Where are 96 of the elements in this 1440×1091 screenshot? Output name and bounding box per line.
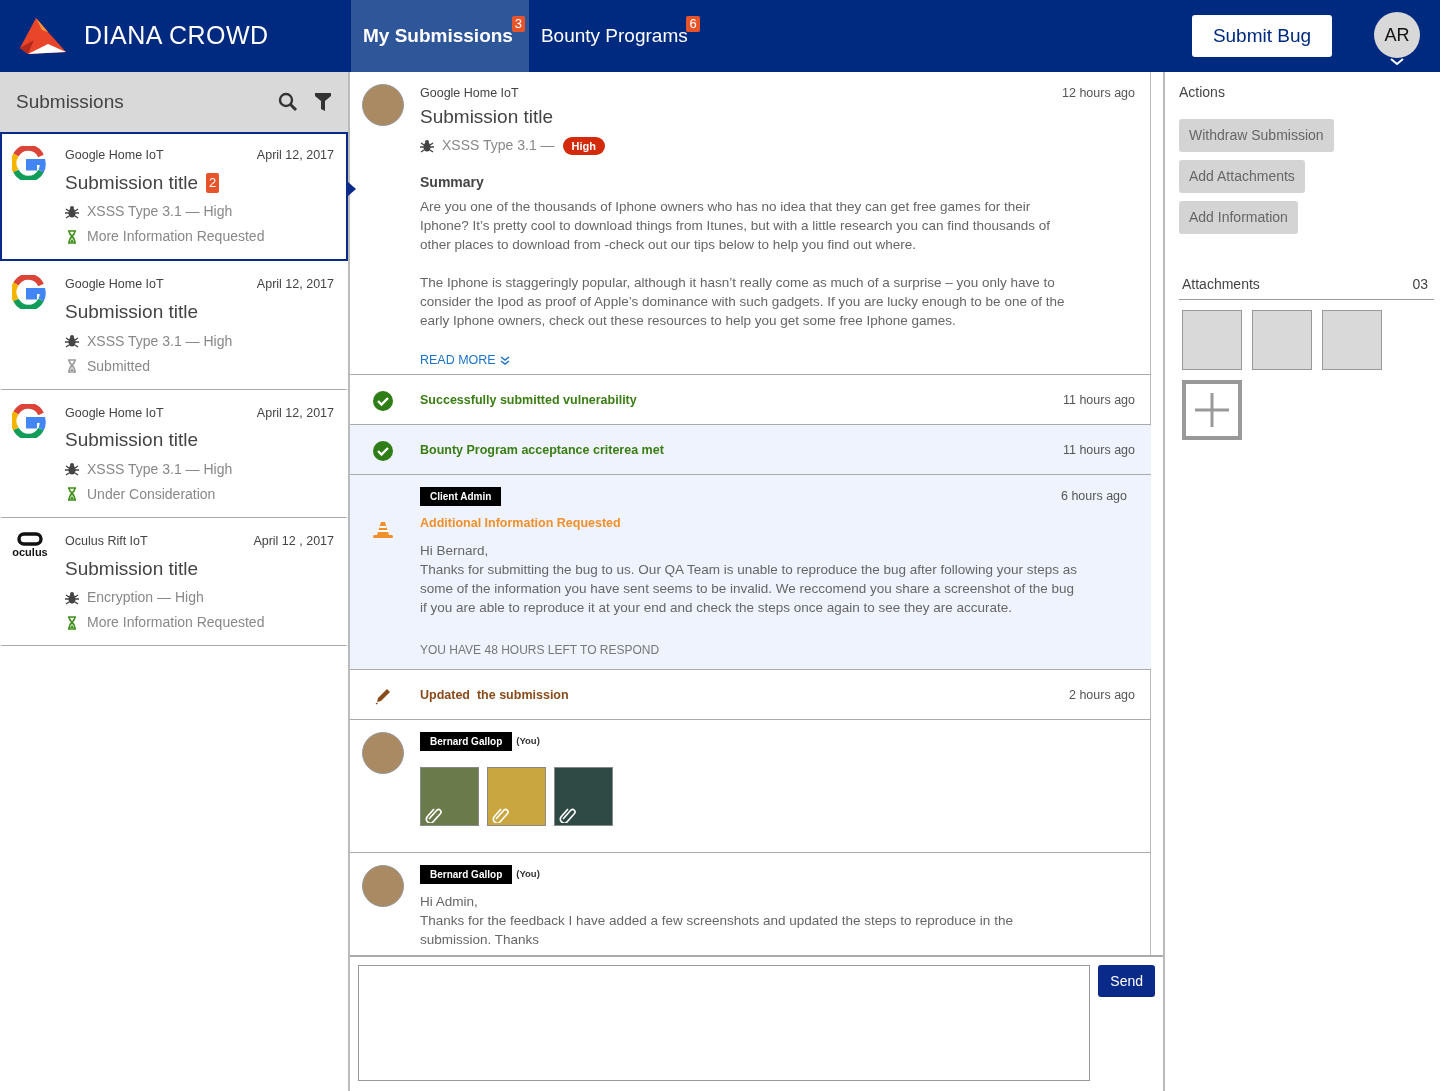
message-input-field[interactable]: [358, 965, 1091, 1081]
role-tag: Client Admin: [420, 487, 502, 507]
logo-text: oculus: [12, 545, 48, 559]
timestamp: 2 hours ago: [1068, 687, 1135, 705]
submission-title: Submission title: [65, 300, 199, 324]
message-text: Thanks for the feedback I have added a few screenshots and updated the steps to reproduce in the submission. Thanks: [420, 912, 1014, 949]
you-label: (You): [516, 734, 540, 749]
pointer-icon: [348, 182, 356, 196]
response-deadline: YOU HAVE 48 HOURS LEFT TO RESPOND: [420, 642, 661, 659]
attachments-heading: Attachments: [1182, 275, 1260, 294]
submission-card[interactable]: Google Home IoT April 12, 2017 Submission title XSSS Type 3.1 — High Under Consideration: [0, 389, 348, 518]
brand-name: DIANA CROWD: [84, 20, 269, 52]
summary-paragraph: Are you one of the thousands of Iphone owners who has no idea that they can get free games for their Iphone? It’s pretty cool to download things from Itunes, but with a little research you can find thousands of other places to download from -check out our tips below to help you find out where.: [420, 198, 1052, 255]
action-button[interactable]: Add Attachments: [1179, 160, 1305, 193]
vulnerability-type: Encryption — High: [87, 588, 204, 607]
message-text: Thanks for submitting the bug to us. Our QA Team is unable to reproduce the bug after following your steps as some of the information you have sent seems to be invalid. We reccomend you share a screenshot of the bug if you are able to reproduce it at your end and check the steps once again to see they are accurate.: [420, 561, 1079, 617]
submission-status: Under Consideration: [87, 484, 216, 504]
program-name: Google Home IoT: [65, 404, 164, 422]
count-badge: 2: [206, 173, 220, 193]
count-badge: 6: [686, 16, 700, 32]
google-logo-icon: [12, 146, 46, 180]
send-button[interactable]: Send: [1098, 965, 1155, 997]
plus-icon: [1195, 393, 1229, 427]
event-text: Updated the submission: [420, 687, 570, 705]
submission-title: Submission title: [420, 104, 555, 129]
chevron-down-icon[interactable]: [1390, 58, 1404, 66]
user-avatar[interactable]: AR: [1374, 12, 1420, 58]
bug-icon: [65, 334, 79, 348]
timestamp: 12 hours ago: [1062, 85, 1135, 102]
event-text: Bounty Program acceptance criterea met: [420, 442, 665, 460]
attachment-thumbnail[interactable]: [1252, 310, 1312, 370]
submission-title: Submission title: [65, 556, 199, 581]
summary-heading: Summary: [420, 173, 485, 193]
program-name: Google Home IoT: [65, 276, 164, 294]
program-name: Google Home IoT: [65, 147, 164, 164]
actions-heading: Actions: [1179, 83, 1226, 102]
headset-icon: [17, 531, 43, 546]
submission-title: Submission title: [65, 170, 199, 195]
google-logo-icon: [12, 275, 46, 310]
avatar-photo-placeholder: [362, 865, 404, 907]
vulnerability-type: XSSS Type 3.1 — High: [87, 331, 233, 351]
submission-title: Submission title: [65, 428, 199, 453]
timestamp: 11 hours ago: [1062, 392, 1135, 410]
submission-card[interactable]: oculus Oculus Rift IoT April 12 , 2017 Submission title Encryption — High More Information Requested: [0, 517, 348, 646]
submission-date: April 12, 2017: [256, 276, 334, 294]
attachments-count: 03: [1412, 275, 1428, 294]
you-label: (You): [516, 867, 540, 882]
fox-logo-icon: [18, 16, 68, 56]
submission-date: April 12, 2017: [256, 404, 334, 422]
avatar-photo-placeholder: [362, 84, 404, 126]
traffic-cone-icon: [373, 521, 393, 540]
submit-bug-button[interactable]: Submit Bug: [1192, 15, 1332, 57]
program-name: Oculus Rift IoT: [65, 532, 148, 550]
timestamp: 6 hours ago: [1060, 488, 1127, 506]
vulnerability-type: XSSS Type 3.1 —: [442, 136, 555, 156]
author-tag: Bernard Gallop: [420, 865, 513, 884]
vulnerability-type: XSSS Type 3.1 — High: [87, 459, 233, 479]
action-button[interactable]: Add Information: [1179, 201, 1298, 234]
submission-status: Submitted: [87, 356, 151, 376]
attachment-thumbnail[interactable]: [1322, 310, 1382, 370]
submission-status: More Information Requested: [87, 613, 265, 632]
bug-icon: [65, 204, 79, 219]
check-circle-icon: [373, 440, 393, 461]
program-name: Google Home IoT: [420, 85, 519, 102]
photo-placeholder[interactable]: [420, 767, 479, 826]
severity-badge: High: [562, 136, 606, 155]
event-text: Successfully submitted vulnerability: [420, 392, 638, 410]
vulnerability-type: XSSS Type 3.1 — High: [87, 202, 233, 222]
photo-placeholder[interactable]: [487, 767, 546, 826]
submission-card[interactable]: Google Home IoT April 12, 2017 Submission title XSSS Type 3.1 — High Submitted: [0, 261, 348, 390]
add-attachment-button[interactable]: [1182, 380, 1242, 440]
photo-placeholder[interactable]: [554, 767, 613, 826]
submission-date: April 12 , 2017: [253, 532, 334, 550]
count-badge: 3: [511, 16, 525, 32]
author-tag: Bernard Gallop: [420, 732, 513, 751]
google-logo-icon: [12, 403, 46, 438]
message-text: Hi Admin,: [420, 893, 479, 911]
pencil-icon: [374, 686, 392, 705]
avatar-photo-placeholder: [362, 732, 404, 774]
bug-icon: [420, 138, 434, 153]
timestamp: 11 hours ago: [1062, 442, 1135, 460]
bug-icon: [65, 590, 79, 605]
bug-icon: [65, 462, 79, 477]
read-more-link[interactable]: READ MORE: [420, 351, 510, 370]
message-text: Hi Bernard,: [420, 542, 490, 560]
action-button[interactable]: Withdraw Submission: [1179, 119, 1334, 152]
request-heading: Additional Information Requested: [420, 515, 622, 533]
search-icon[interactable]: [278, 92, 298, 112]
check-circle-icon: [373, 390, 393, 411]
sidebar-title: Submissions: [16, 89, 124, 114]
submission-status: More Information Requested: [87, 227, 265, 247]
summary-paragraph: The Iphone is staggeringly popular, although it hasn’t really come as much of a surprise – you only have to consider the Ipod as proof of Apple’s dominance with such gadgets. If you are lucky enough to be one of the early Iphone owners, check out these resources to help you get some free Iphone games.: [420, 274, 1066, 331]
double-chevron-icon: [499, 355, 510, 366]
attachment-thumbnail[interactable]: [1182, 310, 1242, 370]
submission-date: April 12, 2017: [256, 147, 334, 164]
filter-icon[interactable]: [314, 92, 332, 112]
